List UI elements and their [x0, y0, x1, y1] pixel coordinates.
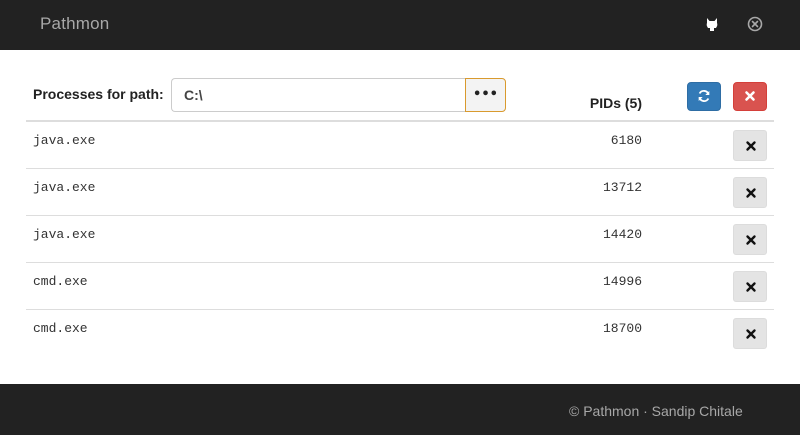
- remove-icon: [746, 235, 756, 245]
- process-pid: 6180: [610, 133, 642, 148]
- remove-icon: [746, 188, 756, 198]
- main-panel: Processes for path: ••• PIDs (5) java.ex…: [0, 50, 800, 384]
- process-name: java.exe: [33, 227, 96, 242]
- process-pid: 14996: [602, 274, 642, 289]
- process-name: cmd.exe: [33, 274, 88, 289]
- kill-process-button[interactable]: [733, 318, 767, 349]
- github-icon[interactable]: [703, 15, 721, 33]
- table-row: java.exe 14420: [26, 215, 774, 262]
- browse-button[interactable]: •••: [465, 78, 506, 112]
- app-title: Pathmon: [40, 14, 110, 33]
- refresh-button[interactable]: [687, 82, 721, 111]
- footer: © Pathmon · Sandip Chitale: [0, 384, 800, 435]
- table-row: cmd.exe 18700: [26, 309, 774, 356]
- remove-icon: [745, 91, 755, 101]
- table-row: cmd.exe 14996: [26, 262, 774, 309]
- refresh-icon: [698, 90, 710, 102]
- table-row: java.exe 6180: [26, 121, 774, 168]
- kill-process-button[interactable]: [733, 130, 767, 161]
- close-circle-icon[interactable]: [746, 15, 764, 33]
- kill-process-button[interactable]: [733, 177, 767, 208]
- pids-header: PIDs (5): [589, 95, 642, 111]
- process-name: java.exe: [33, 133, 96, 148]
- process-pid: 18700: [602, 321, 642, 336]
- kill-process-button[interactable]: [733, 224, 767, 255]
- process-name: java.exe: [33, 180, 96, 195]
- remove-icon: [746, 141, 756, 151]
- remove-icon: [746, 329, 756, 339]
- clear-all-button[interactable]: [733, 82, 767, 111]
- kill-process-button[interactable]: [733, 271, 767, 302]
- process-name: cmd.exe: [33, 321, 88, 336]
- top-navbar: Pathmon: [0, 0, 800, 50]
- remove-icon: [746, 282, 756, 292]
- path-label: Processes for path:: [33, 86, 164, 102]
- path-input[interactable]: [171, 78, 466, 112]
- footer-credit: © Pathmon · Sandip Chitale: [569, 403, 743, 419]
- process-pid: 13712: [602, 180, 642, 195]
- table-row: java.exe 13712: [26, 168, 774, 215]
- process-pid: 14420: [602, 227, 642, 242]
